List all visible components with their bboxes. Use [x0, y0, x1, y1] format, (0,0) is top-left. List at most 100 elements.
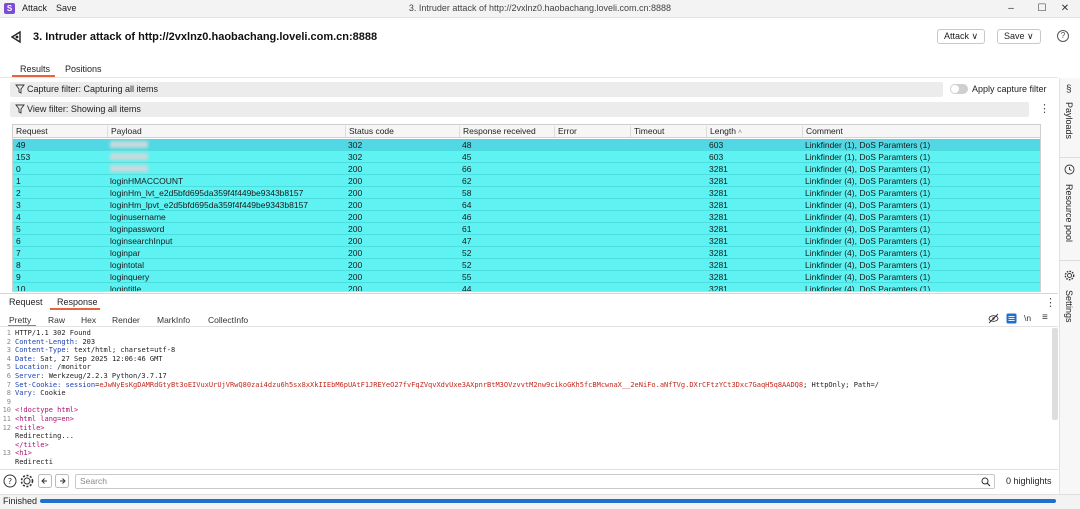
tab-collectinfo[interactable]: CollectInfo — [208, 315, 248, 325]
response-editor[interactable]: 1 HTTP/1.1 302 Found 2 Content-Length: 203 3… — [0, 328, 1052, 466]
tab-results[interactable]: Results — [20, 64, 50, 74]
col-payload[interactable]: Payload — [107, 126, 142, 137]
cell-payload: loginHm_lpvt_e2d5bfd695da359f4f449be9343… — [110, 200, 309, 210]
attack-dropdown-button[interactable]: Attack ∨ — [937, 29, 986, 44]
cell-request: 10 — [16, 284, 26, 292]
cell-comment: Linkfinder (4), DoS Paramters (1) — [805, 272, 931, 282]
table-row[interactable]: 7 loginpar 200 52 3281 Linkfinder (4), DoS Pa… — [13, 247, 1040, 259]
intruder-icon[interactable] — [10, 30, 24, 44]
cell-status: 200 — [348, 236, 363, 246]
view-filter-text: View filter: Showing all items — [27, 104, 141, 114]
cell-status: 200 — [348, 188, 363, 198]
table-row[interactable]: 8 logintotal 200 52 3281 Linkfinder (4), DoS … — [13, 259, 1040, 271]
col-error[interactable]: Error — [554, 126, 577, 137]
cell-request: 1 — [16, 176, 21, 186]
table-row[interactable]: 153 302 45 603 Linkfinder (1), DoS Paramters… — [13, 151, 1040, 163]
tab-hex[interactable]: Hex — [81, 315, 96, 325]
col-comment[interactable]: Comment — [802, 126, 843, 137]
minimize-button[interactable]: – — [996, 1, 1026, 17]
view-filter-bar[interactable]: View filter: Showing all items — [10, 102, 1029, 117]
code-token: HTTP/1.1 302 Found — [15, 329, 91, 337]
table-row[interactable]: 3 loginHm_lpvt_e2d5bfd695da359f4f449be934… — [13, 199, 1040, 211]
side-tab-settings[interactable]: Settings — [1060, 270, 1080, 330]
editor-scrollbar[interactable] — [1052, 328, 1058, 420]
code-token: Sat, 27 Sep 2025 12:06:46 GMT — [40, 354, 163, 363]
pane-divider — [0, 293, 1058, 294]
code-token: 203 — [82, 337, 96, 346]
status-text: Finished — [3, 496, 38, 506]
table-row[interactable]: 5 loginpassword 200 61 3281 Linkfinder (4), D… — [13, 223, 1040, 235]
tab-render[interactable]: Render — [112, 315, 140, 325]
table-row[interactable]: 49 302 48 603 Linkfinder (1), DoS Paramters … — [13, 139, 1040, 151]
col-request[interactable]: Request — [13, 126, 48, 137]
cell-request: 3 — [16, 200, 21, 210]
menu-save[interactable]: Save — [56, 3, 77, 13]
col-timeout[interactable]: Timeout — [630, 126, 664, 137]
tab-request[interactable]: Request — [9, 297, 43, 307]
newline-toggle[interactable]: \n — [1024, 313, 1031, 323]
table-row[interactable]: 2 loginHm_lvt_e2d5bfd695da359f4f449be9343… — [13, 187, 1040, 199]
tab-positions[interactable]: Positions — [65, 64, 102, 74]
progress-fill — [40, 499, 1056, 503]
list-view-icon[interactable] — [1006, 313, 1017, 324]
cell-comment: Linkfinder (4), DoS Paramters (1) — [805, 188, 931, 198]
line-number: 2 — [6, 337, 11, 346]
line-text: Set-Cookie: session=eJwNyEsKgDAMRdGtyBt3… — [15, 381, 879, 389]
code-token: Set-Cookie: — [15, 380, 66, 389]
side-divider — [1060, 260, 1080, 261]
menu-icon[interactable]: ≡ — [1042, 312, 1048, 323]
previous-icon[interactable] — [38, 474, 52, 488]
col-response-received[interactable]: Response received — [459, 126, 536, 137]
table-row[interactable]: 1 loginHMACCOUNT 200 62 3281 Linkfinder (4), … — [13, 175, 1040, 187]
cell-request: 4 — [16, 212, 21, 222]
line-number: 11 — [2, 415, 11, 423]
side-tab-payloads[interactable]: § Payloads — [1060, 84, 1080, 154]
code-token: ; HttpOnly; Path=/ — [803, 380, 879, 389]
more-options-icon[interactable]: ⋮ — [1039, 102, 1050, 116]
search-input[interactable]: Search — [75, 474, 995, 489]
table-row[interactable]: 9 loginquery 200 55 3281 Linkfinder (4), DoS … — [13, 271, 1040, 283]
cell-length: 3281 — [709, 188, 728, 198]
table-row[interactable]: 6 loginsearchInput 200 47 3281 Linkfinder (4)… — [13, 235, 1040, 247]
col-length-label: Length — [710, 126, 736, 136]
code-token: Cookie — [40, 389, 66, 398]
capture-filter-bar[interactable]: Capture filter: Capturing all items — [10, 82, 943, 97]
gear-icon[interactable] — [20, 474, 34, 488]
tab-response[interactable]: Response — [57, 297, 98, 307]
results-table[interactable]: Request Payload Status code Response rec… — [12, 124, 1041, 292]
help-icon[interactable]: ? — [1057, 30, 1069, 42]
cell-request: 7 — [16, 248, 21, 258]
tab-pretty[interactable]: Pretty — [9, 315, 31, 325]
code-token: Content-Type: — [15, 346, 75, 355]
tab-raw[interactable]: Raw — [48, 315, 65, 325]
side-tab-resource-pool[interactable]: Resource pool — [1060, 164, 1080, 254]
redacted-payload — [110, 165, 148, 172]
line-number: 7 — [6, 380, 11, 389]
table-row[interactable]: 4 loginusername 200 46 3281 Linkfinder (4), D… — [13, 211, 1040, 223]
next-icon[interactable] — [55, 474, 69, 488]
cell-received: 46 — [462, 212, 472, 222]
menu-attack[interactable]: Attack — [22, 3, 47, 13]
table-row[interactable]: 0 200 66 3281 Linkfinder (4), DoS Paramters … — [13, 163, 1040, 175]
svg-text:?: ? — [8, 477, 12, 486]
apply-capture-filter-toggle[interactable] — [950, 84, 968, 94]
cell-length: 3281 — [709, 284, 728, 292]
tab-markinfo[interactable]: MarkInfo — [157, 315, 190, 325]
cell-status: 302 — [348, 140, 363, 150]
cell-status: 200 — [348, 272, 363, 282]
table-row[interactable]: 10 logintitle 200 44 3281 Linkfinder (4), DoS… — [13, 283, 1040, 292]
col-status-code[interactable]: Status code — [345, 126, 394, 137]
side-divider — [1060, 157, 1080, 158]
help-icon[interactable]: ? — [3, 474, 17, 488]
col-length[interactable]: Length ˄ — [706, 126, 742, 137]
cell-payload: loginHm_lvt_e2d5bfd695da359f4f449be9343b… — [110, 188, 304, 198]
save-dropdown-button[interactable]: Save ∨ — [997, 29, 1041, 44]
cell-payload: loginHMACCOUNT — [110, 176, 184, 186]
close-window-button[interactable]: ✕ — [1050, 1, 1080, 17]
redacted-payload — [110, 153, 148, 160]
cell-received: 66 — [462, 164, 472, 174]
message-options-icon[interactable]: ⋮ — [1045, 296, 1056, 310]
line-text: Location: /monitor — [15, 363, 91, 371]
hide-icon[interactable] — [988, 313, 999, 324]
search-icon — [981, 477, 991, 487]
